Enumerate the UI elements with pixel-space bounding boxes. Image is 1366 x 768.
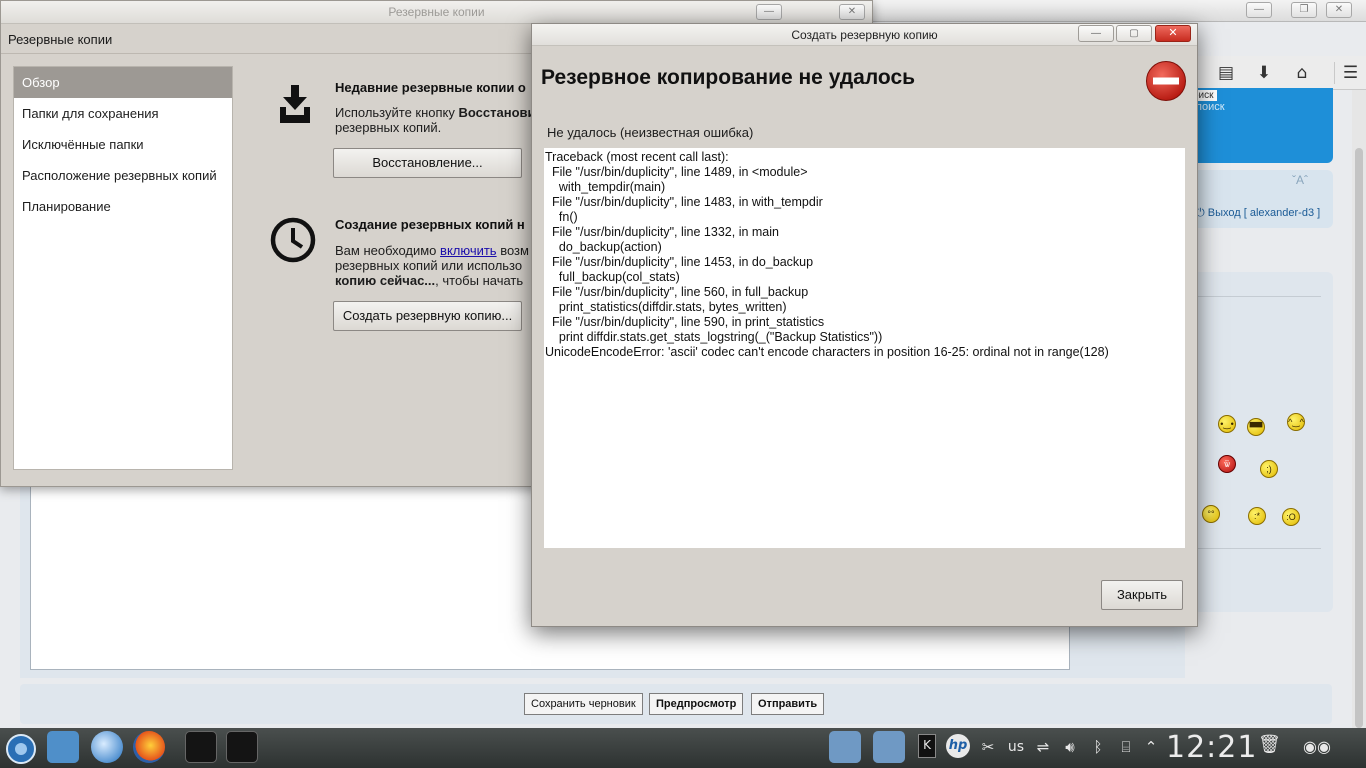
traceback-line: File "/usr/bin/duplicity", line 590, in … bbox=[545, 315, 825, 329]
browser-globe-icon[interactable] bbox=[91, 731, 123, 763]
restore-text-part: резервных копий. bbox=[335, 120, 442, 135]
traceback-line: with_tempdir(main) bbox=[545, 180, 666, 194]
search-link[interactable]: поиск bbox=[1196, 101, 1225, 113]
trash-icon[interactable]: 🗑︎ bbox=[1258, 735, 1281, 755]
backups-titlebar: Резервные копии bbox=[1, 1, 872, 24]
shout-smiley-icon[interactable]: :O bbox=[1282, 508, 1300, 526]
usb-icon[interactable]: ⇌ bbox=[1032, 737, 1054, 757]
dialog-close-button[interactable]: ✕ bbox=[1155, 25, 1191, 42]
laughing-smiley-icon[interactable]: °° bbox=[1202, 505, 1220, 523]
traceback-line: File "/usr/bin/duplicity", line 1489, in… bbox=[545, 165, 808, 179]
home-icon[interactable]: ⌂ bbox=[1291, 62, 1313, 84]
backups-minimize-button[interactable]: — bbox=[756, 4, 782, 20]
traceback-line: File "/usr/bin/duplicity", line 1483, in… bbox=[545, 195, 823, 209]
scrollbar-thumb[interactable] bbox=[1355, 148, 1363, 728]
menu-icon[interactable]: ☰ bbox=[1334, 62, 1366, 84]
kiss-smiley-icon[interactable]: :* bbox=[1248, 507, 1266, 525]
dialog-minimize-button[interactable]: — bbox=[1078, 25, 1114, 42]
browser-toolbar: ▤ ⬇ ⌂ ☰ bbox=[1195, 56, 1366, 90]
wink-smiley-icon[interactable]: ;) bbox=[1260, 460, 1278, 478]
logout-link[interactable]: ⏻ Выход [ alexander-d3 ] bbox=[1196, 206, 1320, 220]
create-text-part: резервных копий или использо bbox=[335, 258, 523, 273]
restore-text-part: Используйте кнопку bbox=[335, 105, 459, 120]
traceback-line: File "/usr/bin/duplicity", line 560, in … bbox=[545, 285, 809, 299]
save-draft-button[interactable]: Сохранить черновик bbox=[524, 693, 643, 715]
traceback-line: Traceback (most recent call last): bbox=[545, 150, 729, 164]
file-manager-icon[interactable] bbox=[47, 731, 79, 763]
bluetooth-icon[interactable]: ᛒ bbox=[1089, 737, 1107, 757]
create-section-text: Вам необходимо включить возм резервных к… bbox=[335, 243, 529, 288]
traceback-line: print diffdir.stats.get_stats_logstring(… bbox=[545, 330, 883, 344]
download-tray-icon bbox=[280, 85, 310, 123]
traceback-line: UnicodeEncodeError: 'ascii' codec can't … bbox=[545, 345, 1109, 359]
create-text-bold: копию сейчас... bbox=[335, 273, 436, 288]
create-text-part: , чтобы начать bbox=[435, 273, 524, 288]
scissors-icon[interactable]: ✂ bbox=[978, 737, 998, 757]
clock-icon bbox=[270, 217, 316, 263]
create-text-part: Вам необходимо bbox=[335, 243, 441, 258]
divider bbox=[1195, 296, 1321, 297]
logout-label: Выход [ alexander-d3 ] bbox=[1207, 207, 1321, 219]
volume-icon[interactable]: 🔊︎ bbox=[1059, 737, 1081, 757]
traceback-line: print_statistics(diffdir.stats, bytes_wr… bbox=[545, 300, 787, 314]
traceback-line: do_backup(action) bbox=[545, 240, 662, 254]
clock[interactable]: 12:21 bbox=[1166, 730, 1257, 765]
submit-button[interactable]: Отправить bbox=[751, 693, 825, 715]
browser-minimize-button[interactable]: — bbox=[1246, 2, 1272, 18]
restore-section-title: Недавние резервные копии о bbox=[335, 80, 526, 95]
restore-button[interactable]: Восстановление... bbox=[333, 148, 522, 178]
desktop-owl-icon[interactable]: ◉◉ bbox=[1300, 737, 1334, 757]
safe-window-icon[interactable] bbox=[185, 731, 217, 763]
waving-smiley-icon[interactable]: ^‿^ bbox=[1287, 413, 1305, 431]
reading-list-icon[interactable]: ▤ bbox=[1215, 62, 1237, 84]
tray-expand-icon[interactable]: ⌃ bbox=[1142, 737, 1160, 757]
error-message: Не удалось (неизвестная ошибка) bbox=[547, 125, 754, 140]
error-stop-icon bbox=[1146, 61, 1186, 101]
hp-printer-icon[interactable]: hp bbox=[946, 734, 970, 758]
download-icon[interactable]: ⬇ bbox=[1253, 62, 1275, 84]
sidebar-item-overview[interactable]: Обзор bbox=[14, 67, 232, 98]
app-launcher-icon[interactable] bbox=[5, 733, 37, 765]
sidebar-item-excluded-folders[interactable]: Исключённые папки bbox=[14, 129, 232, 160]
traceback-line: full_backup(col_stats) bbox=[545, 270, 680, 284]
dialog-heading: Резервное копирование не удалось bbox=[541, 66, 916, 89]
backup-error-dialog: Создать резервную копию — ▢ ✕ Резервное … bbox=[531, 23, 1198, 627]
smiley-icon[interactable]: •‿• bbox=[1218, 415, 1236, 433]
enable-link[interactable]: включить bbox=[440, 243, 497, 258]
traceback-line: fn() bbox=[545, 210, 578, 224]
font-size-controls[interactable]: ˇAˆ bbox=[1292, 173, 1308, 187]
network-icon[interactable]: ⌸ bbox=[1115, 737, 1137, 757]
browser-maximize-button[interactable]: ❐ bbox=[1291, 2, 1317, 18]
create-text-part: возм bbox=[496, 243, 529, 258]
traceback-textview[interactable]: Traceback (most recent call last): File … bbox=[544, 148, 1185, 548]
restore-section-text: Используйте кнопку Восстанови резервных … bbox=[335, 105, 536, 135]
sidebar-item-folders-to-save[interactable]: Папки для сохранения bbox=[14, 98, 232, 129]
browser-close-button[interactable]: ✕ bbox=[1326, 2, 1352, 18]
sidebar-item-scheduling[interactable]: Планирование bbox=[14, 191, 232, 222]
folder-icon[interactable] bbox=[829, 731, 861, 763]
restore-text-bold: Восстанови bbox=[458, 105, 536, 120]
kde-connect-icon[interactable]: K bbox=[918, 734, 936, 758]
firefox-icon[interactable] bbox=[133, 731, 165, 763]
traceback-line: File "/usr/bin/duplicity", line 1332, in… bbox=[545, 225, 779, 239]
smiley-panel bbox=[1185, 272, 1333, 612]
devil-smiley-icon[interactable]: ѿ bbox=[1218, 455, 1236, 473]
create-backup-button[interactable]: Создать резервную копию... bbox=[333, 301, 522, 331]
safe-window-icon[interactable] bbox=[226, 731, 258, 763]
dialog-maximize-button[interactable]: ▢ bbox=[1116, 25, 1152, 42]
create-section-title: Создание резервных копий н bbox=[335, 217, 525, 232]
cool-smiley-icon[interactable]: ▀▀ bbox=[1247, 418, 1265, 436]
traceback-line: File "/usr/bin/duplicity", line 1453, in… bbox=[545, 255, 814, 269]
backups-close-button[interactable]: ✕ bbox=[839, 4, 865, 20]
backups-sidebar: Обзор Папки для сохранения Исключённые п… bbox=[13, 66, 233, 470]
divider bbox=[1195, 548, 1321, 549]
close-button[interactable]: Закрыть bbox=[1101, 580, 1183, 610]
sidebar-item-storage-location[interactable]: Расположение резервных копий bbox=[14, 160, 232, 191]
keyboard-layout[interactable]: us bbox=[1005, 737, 1027, 757]
folder-home-icon[interactable] bbox=[873, 731, 905, 763]
preview-button[interactable]: Предпросмотр bbox=[649, 693, 744, 715]
